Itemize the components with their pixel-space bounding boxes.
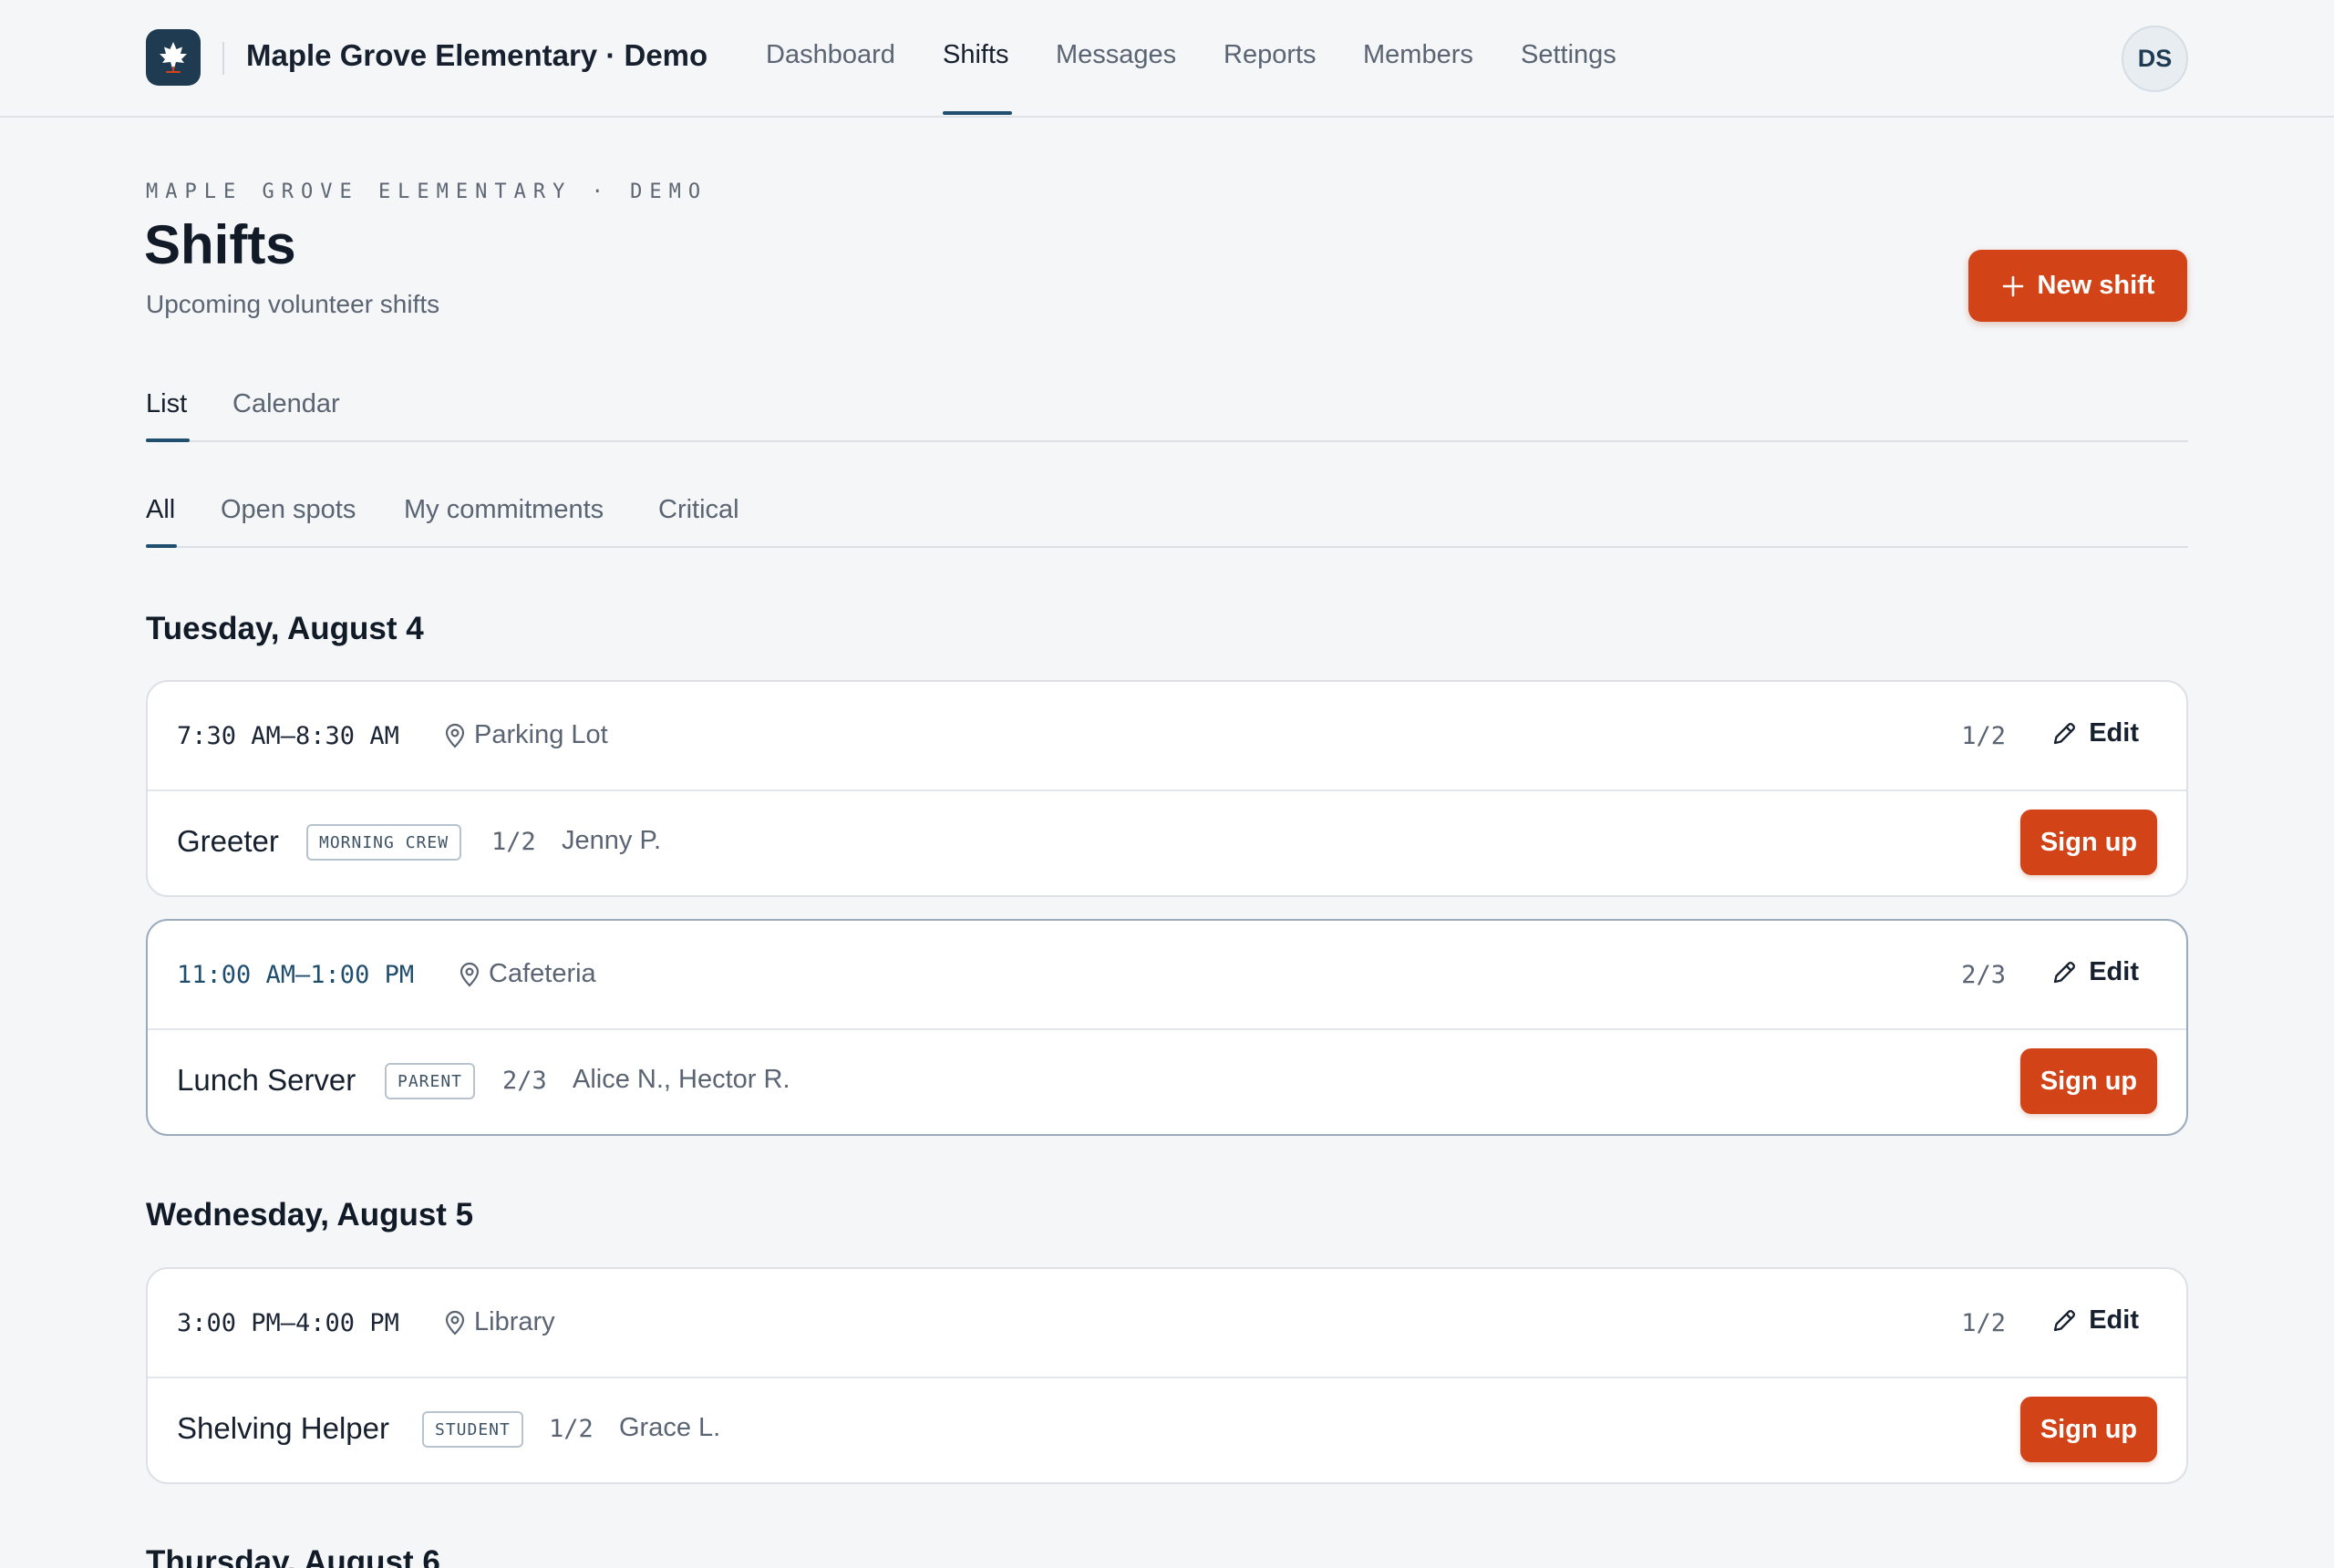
- edit-label: Edit: [2089, 957, 2139, 986]
- shift-time: 3:00 PM–4:00 PM: [177, 1309, 399, 1337]
- sign-up-button[interactable]: Sign up: [2020, 1397, 2157, 1462]
- day-heading: Wednesday, August 5: [146, 1197, 474, 1233]
- edit-shift-button[interactable]: Edit: [2050, 1305, 2139, 1336]
- filter-all[interactable]: All: [146, 495, 175, 525]
- shift-card: 7:30 AM–8:30 AM Parking Lot 1/2 Edit Gre…: [146, 680, 2188, 897]
- filter-open-spots[interactable]: Open spots: [221, 495, 356, 525]
- location-label: Cafeteria: [489, 959, 596, 988]
- shift-fill-count: 1/2: [1961, 722, 2006, 750]
- pencil-icon: [2054, 1309, 2076, 1331]
- sign-up-button[interactable]: Sign up: [2020, 1048, 2157, 1114]
- shift-time: 7:30 AM–8:30 AM: [177, 722, 399, 750]
- new-shift-button[interactable]: New shift: [1968, 250, 2187, 322]
- filter-tabs-divider: [146, 546, 2188, 548]
- shift-role-row: Shelving Helper STUDENT 1/2 Grace L. Sig…: [148, 1378, 2186, 1480]
- shift-card-header: 11:00 AM–1:00 PM Cafeteria 2/3 Edit: [148, 921, 2186, 1030]
- brand-divider: [222, 42, 224, 75]
- volunteer-names: Alice N., Hector R.: [573, 1065, 790, 1094]
- filter-my-commitments[interactable]: My commitments: [404, 495, 604, 525]
- location-label: Library: [474, 1307, 555, 1336]
- filter-active-indicator: [146, 544, 177, 548]
- pencil-icon: [2054, 961, 2076, 983]
- maple-leaf-logo-icon[interactable]: [146, 29, 201, 86]
- top-navigation: Maple Grove Elementary · Demo Dashboard …: [0, 0, 2334, 118]
- shift-location: Cafeteria: [458, 959, 596, 989]
- nav-reports[interactable]: Reports: [1224, 40, 1317, 70]
- nav-messages[interactable]: Messages: [1056, 40, 1176, 70]
- edit-shift-button[interactable]: Edit: [2050, 957, 2139, 987]
- tab-calendar[interactable]: Calendar: [232, 389, 340, 419]
- shift-card-header: 3:00 PM–4:00 PM Library 1/2 Edit: [148, 1269, 2186, 1378]
- role-name: Shelving Helper: [177, 1411, 389, 1445]
- org-name[interactable]: Maple Grove Elementary · Demo: [246, 38, 707, 73]
- shift-time: 11:00 AM–1:00 PM: [177, 961, 415, 989]
- shift-card: 11:00 AM–1:00 PM Cafeteria 2/3 Edit Lunc…: [146, 919, 2188, 1136]
- day-heading: Tuesday, August 4: [146, 611, 424, 646]
- role-fill-count: 1/2: [491, 828, 536, 856]
- shift-location: Parking Lot: [443, 720, 608, 750]
- nav-shifts[interactable]: Shifts: [943, 40, 1009, 70]
- role-fill-count: 1/2: [549, 1415, 594, 1443]
- shift-card: 3:00 PM–4:00 PM Library 1/2 Edit Shelvin…: [146, 1267, 2188, 1484]
- shift-role-row: Greeter MORNING CREW 1/2 Jenny P. Sign u…: [148, 791, 2186, 893]
- day-heading: Thursday, August 6: [146, 1544, 440, 1568]
- volunteer-names: Jenny P.: [562, 826, 662, 855]
- role-badge: MORNING CREW: [306, 824, 462, 861]
- role-badge: PARENT: [385, 1063, 476, 1099]
- filter-critical[interactable]: Critical: [658, 495, 739, 525]
- view-tabs-divider: [146, 440, 2188, 442]
- sign-up-button[interactable]: Sign up: [2020, 810, 2157, 875]
- role-fill-count: 2/3: [502, 1067, 547, 1095]
- edit-label: Edit: [2089, 1305, 2139, 1335]
- map-pin-icon: [445, 723, 465, 748]
- page-subtitle: Upcoming volunteer shifts: [146, 290, 440, 318]
- shift-fill-count: 2/3: [1961, 961, 2006, 989]
- plus-icon: [2002, 275, 2023, 296]
- role-badge: STUDENT: [422, 1411, 523, 1448]
- volunteer-names: Grace L.: [619, 1413, 721, 1442]
- edit-label: Edit: [2089, 718, 2139, 748]
- location-label: Parking Lot: [474, 720, 608, 749]
- pencil-icon: [2054, 722, 2076, 744]
- map-pin-icon: [460, 962, 480, 987]
- user-avatar[interactable]: DS: [2122, 26, 2188, 92]
- new-shift-label: New shift: [2037, 271, 2155, 300]
- nav-active-indicator: [943, 111, 1012, 115]
- role-name: Lunch Server: [177, 1063, 356, 1097]
- view-tab-active-indicator: [146, 438, 190, 442]
- map-pin-icon: [445, 1310, 465, 1336]
- nav-members[interactable]: Members: [1363, 40, 1473, 70]
- shift-location: Library: [443, 1307, 555, 1337]
- tab-list[interactable]: List: [146, 389, 187, 419]
- shift-card-header: 7:30 AM–8:30 AM Parking Lot 1/2 Edit: [148, 682, 2186, 791]
- role-name: Greeter: [177, 824, 279, 858]
- page-eyebrow: MAPLE GROVE ELEMENTARY · DEMO: [146, 181, 708, 203]
- page-title: Shifts: [144, 214, 296, 275]
- shift-fill-count: 1/2: [1961, 1309, 2006, 1337]
- edit-shift-button[interactable]: Edit: [2050, 718, 2139, 748]
- nav-settings[interactable]: Settings: [1521, 40, 1616, 70]
- nav-dashboard[interactable]: Dashboard: [766, 40, 895, 70]
- shift-role-row: Lunch Server PARENT 2/3 Alice N., Hector…: [148, 1030, 2186, 1132]
